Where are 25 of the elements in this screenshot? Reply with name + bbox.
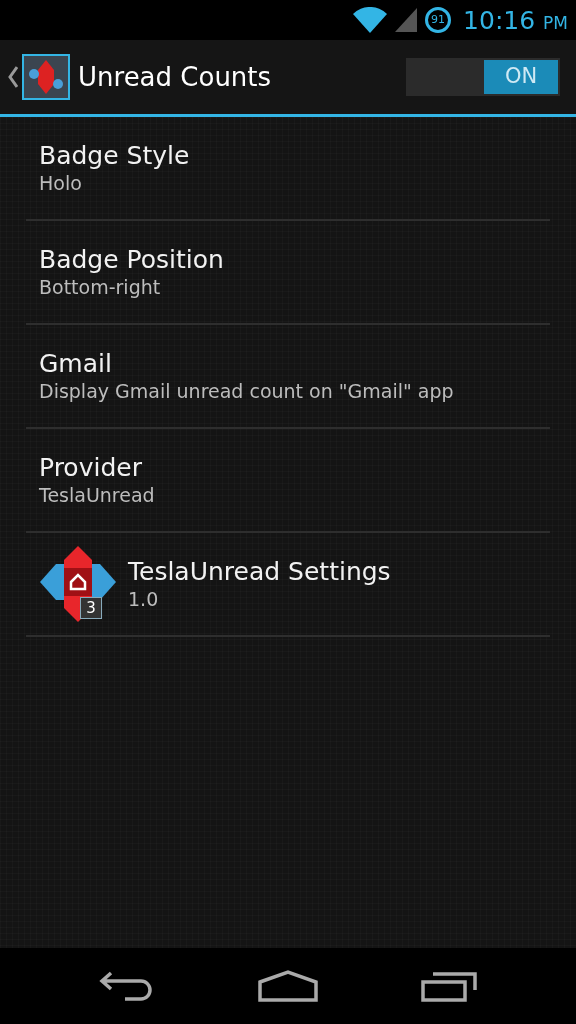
- preference-item[interactable]: Gmail Display Gmail unread count on "Gmail" app: [26, 325, 550, 429]
- item-summary: TeslaUnread: [39, 482, 155, 508]
- item-summary: Display Gmail unread count on "Gmail" app: [39, 378, 454, 404]
- preference-item[interactable]: Badge Position Bottom-right: [26, 221, 550, 325]
- count-badge: 3: [80, 597, 102, 619]
- item-summary: Holo: [39, 170, 83, 196]
- preference-item[interactable]: Provider TeslaUnread: [26, 429, 550, 533]
- preference-item[interactable]: 3 TeslaUnread Settings 1.0: [26, 533, 550, 637]
- item-summary: Bottom-right: [39, 274, 162, 300]
- app-icon: [22, 54, 70, 100]
- item-title: TeslaUnread Settings: [128, 556, 391, 587]
- item-summary: 1.0: [128, 586, 160, 612]
- wifi-icon: [353, 7, 388, 33]
- recent-apps-icon[interactable]: [420, 970, 477, 1002]
- item-title: Gmail: [39, 348, 113, 379]
- item-title: Badge Position: [39, 244, 224, 275]
- screen-title: Unread Counts: [78, 60, 272, 94]
- preference-item[interactable]: Badge Style Holo: [26, 117, 550, 221]
- signal-icon: [395, 8, 418, 32]
- up-caret-icon[interactable]: [8, 66, 18, 88]
- clock: 10:16 PM: [463, 7, 568, 33]
- item-title: Provider: [39, 452, 143, 483]
- battery-indicator: 91: [425, 7, 452, 33]
- home-icon[interactable]: [258, 970, 318, 1002]
- item-title: Badge Style: [39, 140, 190, 171]
